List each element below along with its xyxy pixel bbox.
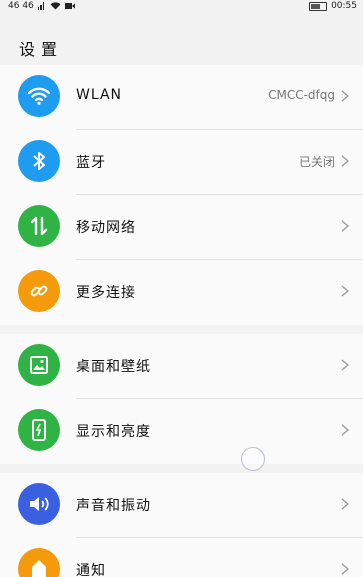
status-time: 00:55 (331, 1, 357, 11)
chevron-right-icon (341, 424, 350, 436)
settings-group-sound: 声音和振动 通知 (0, 473, 363, 577)
status-right: 00:55 (309, 1, 357, 11)
network-type-text: 46 46 (8, 1, 34, 11)
wifi-status-icon (50, 2, 61, 10)
video-icon (64, 3, 75, 9)
settings-item-mobile-network[interactable]: 移动网络 (0, 195, 363, 260)
chevron-right-icon (341, 155, 350, 167)
bluetooth-value: 已关闭 (298, 155, 335, 169)
settings-item-label: 更多连接 (76, 285, 136, 301)
chevron-right-icon (341, 563, 350, 575)
chevron-right-icon (341, 359, 350, 371)
touch-indicator (241, 447, 265, 471)
sound-icon (18, 483, 60, 525)
chevron-right-icon (341, 285, 350, 297)
display-brightness-icon (18, 409, 60, 451)
mobile-network-icon (18, 205, 60, 247)
notification-icon (18, 548, 60, 577)
wallpaper-icon (18, 344, 60, 386)
settings-item-sound-vibration[interactable]: 声音和振动 (0, 473, 363, 538)
settings-item-label: 蓝牙 (76, 155, 106, 171)
link-icon (18, 270, 60, 312)
wifi-icon (18, 75, 60, 117)
chevron-right-icon (341, 498, 350, 510)
signal-icon (37, 2, 46, 10)
settings-item-label: WLAN (76, 87, 123, 103)
settings-item-wlan[interactable]: WLAN CMCC-dfqg (0, 65, 363, 130)
settings-group-display: 桌面和壁纸 显示和亮度 (0, 334, 363, 464)
wlan-value: CMCC-dfqg (268, 88, 335, 102)
chevron-right-icon (341, 220, 350, 232)
settings-item-label: 声音和振动 (76, 498, 151, 514)
settings-item-bluetooth[interactable]: 蓝牙 已关闭 (0, 130, 363, 195)
settings-item-label: 显示和亮度 (76, 424, 151, 440)
page-title: 设置 (19, 40, 64, 59)
settings-item-label: 通知 (76, 563, 106, 577)
settings-item-label: 桌面和壁纸 (76, 359, 151, 375)
chevron-right-icon (341, 90, 350, 102)
settings-item-wallpaper[interactable]: 桌面和壁纸 (0, 334, 363, 399)
settings-item-more-connections[interactable]: 更多连接 (0, 260, 363, 325)
battery-icon (309, 1, 328, 11)
settings-item-label: 移动网络 (76, 220, 136, 236)
status-bar: 46 46 00:55 (0, 0, 363, 14)
settings-item-display-brightness[interactable]: 显示和亮度 (0, 399, 363, 464)
bluetooth-icon (18, 140, 60, 182)
status-left: 46 46 (8, 1, 75, 11)
settings-item-notifications[interactable]: 通知 (0, 538, 363, 577)
settings-group-connectivity: WLAN CMCC-dfqg 蓝牙 已关闭 移动网络 更多连接 (0, 65, 363, 325)
